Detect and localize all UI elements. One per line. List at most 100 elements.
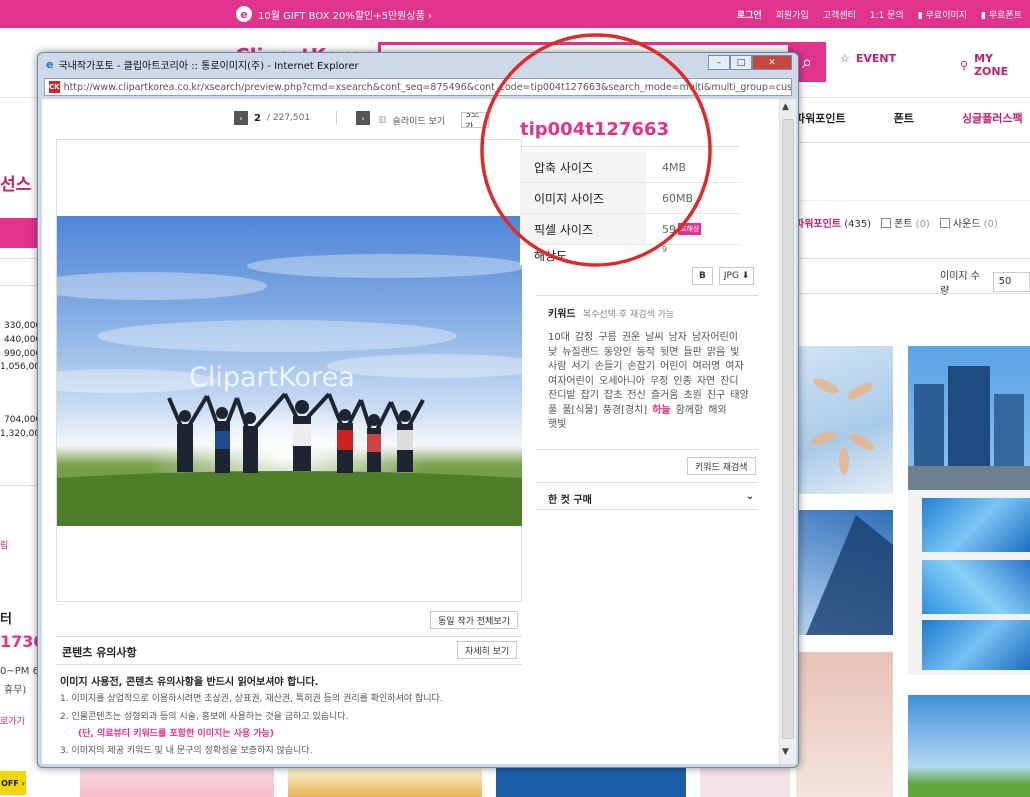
maximize-button[interactable]: □ xyxy=(730,55,752,70)
keyword-item[interactable]: 여자어린이 xyxy=(548,375,594,390)
thumbnail-wheat[interactable] xyxy=(288,768,482,797)
keyword-item[interactable]: 자연 xyxy=(697,375,715,390)
prev-page-button[interactable]: ‹ xyxy=(234,111,248,125)
divider xyxy=(56,664,522,665)
keyword-item[interactable]: 손잡기 xyxy=(627,360,655,375)
keyword-item[interactable]: 남자 xyxy=(669,331,687,346)
scroll-down-icon[interactable]: ▼ xyxy=(782,747,789,757)
event-link[interactable]: ☆ EVENT xyxy=(840,52,896,65)
free-image-link[interactable]: ▮ 무료이미지 xyxy=(918,8,967,21)
thumbnail-partial[interactable] xyxy=(700,768,790,797)
cat-ppt[interactable]: 파워포인트 xyxy=(795,110,846,126)
scroll-up-icon[interactable]: ▲ xyxy=(782,102,789,112)
keyword-item[interactable]: 어린이 xyxy=(660,360,688,375)
keyword-item[interactable]: 하늘 xyxy=(652,404,670,419)
off-badge[interactable]: OFF › xyxy=(0,771,26,795)
thumbnail-hands[interactable] xyxy=(796,346,893,494)
divider xyxy=(790,200,1030,201)
thumbnail-buildings[interactable] xyxy=(908,346,1030,494)
thumbnail-blue[interactable] xyxy=(496,768,686,797)
thumbnail-sky-field[interactable] xyxy=(908,695,1030,797)
window-title-bar[interactable]: e 국내작가포토 - 클립아트코리아 :: 통로이미지(주) - Interne… xyxy=(46,57,359,72)
one-cut-purchase-toggle[interactable]: 한 컷 구매 ⌄ xyxy=(548,491,754,506)
keyword-item[interactable]: 낮 xyxy=(548,346,557,361)
keyword-item[interactable]: 뒷면 xyxy=(660,346,678,361)
keyword-item[interactable]: 해외 xyxy=(708,404,726,419)
scrollbar-thumb[interactable] xyxy=(782,119,794,739)
keyword-item[interactable]: 초원 xyxy=(683,389,701,404)
myzone-link[interactable]: ⚲ MY ZONE xyxy=(960,52,1030,78)
keyword-item[interactable]: 잡기 xyxy=(581,389,599,404)
keyword-item[interactable]: 맑음 xyxy=(707,346,725,361)
thumbnail-polygons[interactable] xyxy=(908,490,1030,675)
keyword-item[interactable]: 잔디 xyxy=(720,375,738,390)
keyword-item[interactable]: 태양 xyxy=(730,389,748,404)
filter-font-label: 폰트 xyxy=(894,219,913,230)
keyword-item[interactable]: 풀 xyxy=(548,404,557,419)
keyword-item[interactable]: 동작 xyxy=(637,346,655,361)
free-font-link[interactable]: ▮ 무료폰트 xyxy=(981,8,1022,21)
same-author-button[interactable]: 동일 작가 전체보기 xyxy=(430,611,518,629)
inquiry-link[interactable]: 1:1 문의 xyxy=(870,8,904,21)
type-filters: 파워포인트 (435) 폰트 (0) 사운드 (0) xyxy=(795,215,998,230)
image-count-select[interactable]: 50 xyxy=(992,272,1030,292)
vertical-scrollbar[interactable]: ▲ ▼ xyxy=(779,99,796,764)
keyword-item[interactable]: 풍경[경치] xyxy=(603,404,648,419)
close-button[interactable]: ✕ xyxy=(752,55,792,70)
keyword-item[interactable]: 빛 xyxy=(730,346,739,361)
keyword-item[interactable]: 함께함 xyxy=(676,404,704,419)
signup-link[interactable]: 회원가입 xyxy=(776,8,809,21)
promo-banner[interactable]: e 10월 GIFT BOX 20%할인+5만원상품 › xyxy=(236,5,432,23)
filter-ppt[interactable]: 파워포인트 (435) xyxy=(795,215,871,230)
filter-font[interactable]: 폰트 (0) xyxy=(881,215,930,230)
left-link-1[interactable]: 림 xyxy=(0,538,8,551)
left-link-2[interactable]: 로가기 xyxy=(0,714,25,727)
notice-detail-button[interactable]: 자세히 보기 xyxy=(457,641,518,659)
cat-single-pack[interactable]: 싱글플러스팩 xyxy=(962,110,1023,126)
keyword-item[interactable]: 감정 xyxy=(575,331,593,346)
preview-image[interactable]: ClipartKorea xyxy=(57,216,522,526)
keyword-item[interactable]: 권운 xyxy=(622,331,640,346)
keyword-item[interactable]: 뉴질랜드 xyxy=(562,346,599,361)
keyword-item[interactable]: 우정 xyxy=(650,375,668,390)
keyword-item[interactable]: 구름 xyxy=(598,331,616,346)
thumbnail-pink-flowers[interactable] xyxy=(80,768,274,797)
keyword-item[interactable]: 잡초 xyxy=(604,389,622,404)
thumbnail-flowers[interactable] xyxy=(796,652,893,797)
keyword-list: 10대 감정 구름 권운 날씨 남자 남자어린이낮 뉴질랜드 동양인 동작 뒷면 들판 맑음 빛사람 서기 손… xyxy=(548,331,754,433)
divider xyxy=(790,142,1030,143)
keyword-item[interactable]: 여자 xyxy=(725,360,743,375)
keyword-item[interactable]: 인종 xyxy=(673,375,691,390)
keyword-item[interactable]: 햇빛 xyxy=(548,418,566,433)
keyword-item[interactable]: 전신 xyxy=(627,389,645,404)
keyword-item[interactable]: 친구 xyxy=(707,389,725,404)
keyword-item[interactable]: 여러명 xyxy=(693,360,721,375)
login-link[interactable]: 로그인 xyxy=(737,8,762,21)
thumbnail-tower[interactable] xyxy=(796,510,893,635)
price-2: 440,000 xyxy=(4,335,42,345)
checkbox[interactable] xyxy=(881,218,892,228)
keyword-item[interactable]: 즐거움 xyxy=(651,389,679,404)
keyword-item[interactable]: 사람 xyxy=(548,360,566,375)
keyword-item[interactable]: 풀[식물] xyxy=(562,404,597,419)
free-font-icon: ▮ xyxy=(981,10,989,21)
keyword-item[interactable]: 손들기 xyxy=(595,360,623,375)
pink-tab[interactable] xyxy=(0,218,37,248)
next-page-button[interactable]: › xyxy=(356,111,371,125)
keyword-item[interactable]: 서기 xyxy=(571,360,589,375)
keyword-item[interactable]: 동양인 xyxy=(604,346,632,361)
filter-sound[interactable]: 사운드 (0) xyxy=(939,215,998,230)
support-link[interactable]: 고객센터 xyxy=(823,8,856,21)
keyword-item[interactable]: 10대 xyxy=(548,331,570,346)
checkbox[interactable] xyxy=(939,218,950,228)
keyword-item[interactable]: 남자어린이 xyxy=(692,331,738,346)
format-jpg-button[interactable]: JPG ⬇ xyxy=(718,267,755,285)
cat-font[interactable]: 폰트 xyxy=(894,110,914,126)
keyword-item[interactable]: 잔디밭 xyxy=(548,389,576,404)
keyword-research-button[interactable]: 키워드 재검색 xyxy=(687,457,756,475)
slideshow-label[interactable]: 슬라이드 보기 xyxy=(393,114,446,127)
keyword-item[interactable]: 들판 xyxy=(683,346,701,361)
keyword-item[interactable]: 날씨 xyxy=(645,331,663,346)
price-3: 990,000 xyxy=(4,349,42,359)
keyword-item[interactable]: 오세아니아 xyxy=(599,375,645,390)
